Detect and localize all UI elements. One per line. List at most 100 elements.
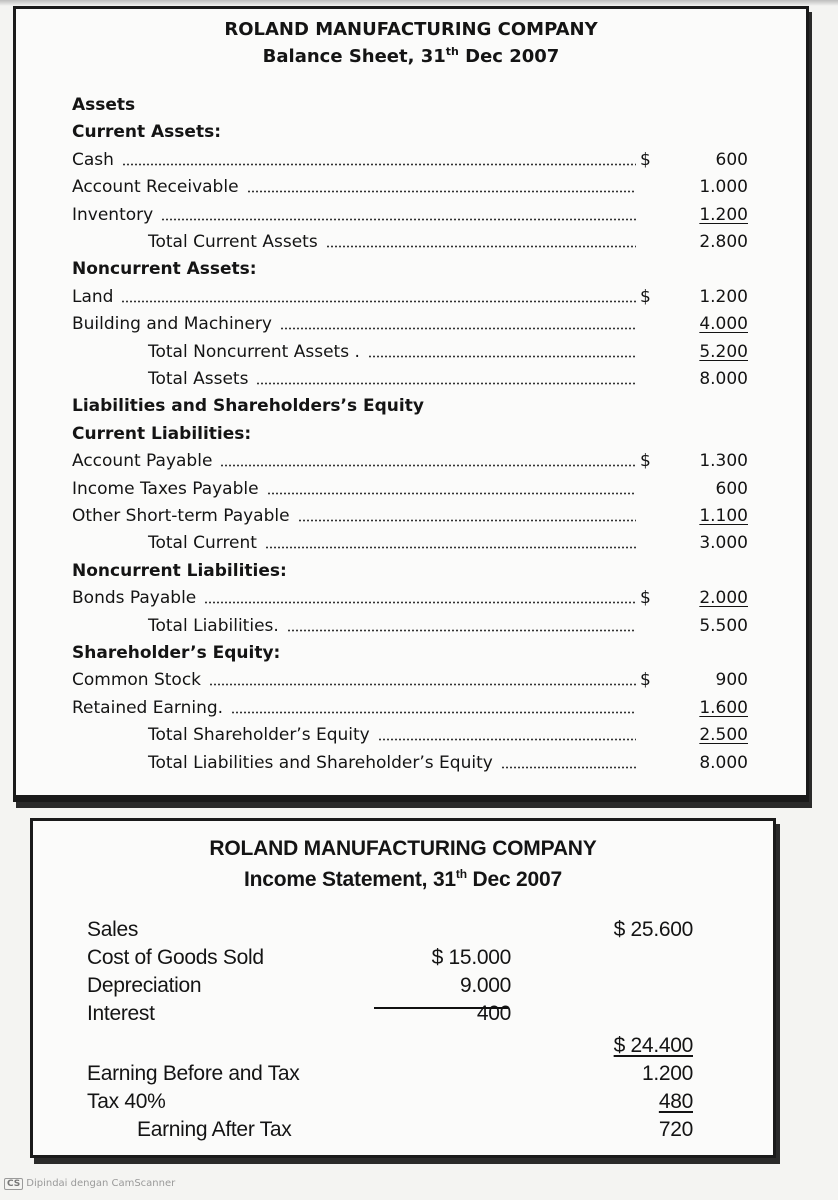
dot-leader xyxy=(265,546,636,550)
line-item-label: Inventory xyxy=(72,204,154,225)
currency-symbol: $ xyxy=(640,588,651,609)
line-item-label: Current Assets: xyxy=(72,122,221,143)
line-item-label: Cash xyxy=(72,149,114,170)
section-heading: Noncurrent Assets: xyxy=(16,256,806,283)
line-item-label: Account Payable xyxy=(72,451,213,472)
currency-symbol: $ xyxy=(640,286,651,307)
expense-amount: 9.000 xyxy=(459,974,511,997)
line-item-label: Account Receivable xyxy=(72,177,239,198)
line-item: Other Short-term Payable 1.100 xyxy=(16,503,806,530)
line-item-amount: 5.500 xyxy=(699,615,748,636)
line-item-label: Income Taxes Payable xyxy=(72,478,259,499)
line-item-label: Total Current Assets xyxy=(148,232,318,252)
line-item: Land $1.200 xyxy=(16,284,806,311)
line-item: Total Liabilities. 5.500 xyxy=(16,613,806,640)
dot-leader xyxy=(378,738,636,742)
line-item-label: Other Short-term Payable xyxy=(72,506,290,526)
line-item-label: Total Assets xyxy=(148,369,249,389)
section-heading: Assets xyxy=(16,92,806,119)
statement-row-label: Sales xyxy=(87,918,139,941)
line-item-amount: 2.500 xyxy=(699,725,748,746)
balance-sheet-title: Balance Sheet, 31th Dec 2007 xyxy=(16,45,806,67)
dot-leader xyxy=(231,710,636,714)
line-item: Building and Machinery 4.000 xyxy=(16,311,806,338)
line-item-amount: 1.200 xyxy=(699,204,748,225)
line-item-label: Total Noncurrent Assets . xyxy=(148,341,360,362)
line-item-label: Building and Machinery xyxy=(72,314,272,335)
income-statement-title-sup: th xyxy=(455,867,467,881)
line-item-label: Total Shareholder’s Equity xyxy=(148,725,370,746)
statement-row: Earning Before and Tax 1.200 xyxy=(33,1060,773,1088)
line-item-amount: 1.600 xyxy=(699,697,748,718)
section-heading: Current Liabilities: xyxy=(16,421,806,448)
dot-leader xyxy=(368,354,636,358)
dot-leader xyxy=(161,217,636,221)
line-item-amount: 900 xyxy=(715,670,748,691)
section-heading: Current Assets: xyxy=(16,119,806,146)
scanner-watermark: CS Dipindai dengan CamScanner xyxy=(4,1178,175,1190)
dot-leader xyxy=(122,162,636,166)
line-item-amount: 8.000 xyxy=(699,369,748,389)
dot-leader xyxy=(267,491,636,495)
statement-row: Sales $ 25.600 xyxy=(33,916,773,944)
line-item-amount: 2.000 xyxy=(699,588,748,609)
line-item-amount: 1.000 xyxy=(699,177,748,198)
line-item: Total Current 3.000 xyxy=(16,530,806,557)
statement-row: Cost of Goods Sold $ 15.000 xyxy=(33,944,773,972)
line-item: Account Receivable 1.000 xyxy=(16,174,806,201)
dot-leader xyxy=(204,601,636,605)
balance-sheet: ROLAND MANUFACTURING COMPANY Balance She… xyxy=(13,6,809,802)
expense-amount: 400 xyxy=(476,1002,511,1025)
balance-sheet-title-text: Balance Sheet, 31 xyxy=(262,46,446,67)
line-item: Total Noncurrent Assets . 5.200 xyxy=(16,339,806,366)
statement-row: Depreciation 9.000 xyxy=(33,972,773,1000)
total-amount: 480 xyxy=(658,1090,693,1113)
income-statement-title-date: Dec 2007 xyxy=(466,868,562,891)
dot-leader xyxy=(209,683,636,687)
income-statement-title-text: Income Statement, 31 xyxy=(244,868,456,891)
line-item-label: Total Current xyxy=(148,533,257,554)
line-item-amount: 8.000 xyxy=(699,752,748,773)
total-amount: $ 24.400 xyxy=(613,1034,694,1057)
line-item: Inventory 1.200 xyxy=(16,202,806,229)
statement-row: Interest 400 xyxy=(33,1000,773,1028)
section-heading: Shareholder’s Equity: xyxy=(16,640,806,667)
statement-row-label: Earning After Tax xyxy=(137,1118,292,1141)
line-item-label: Current Liabilities: xyxy=(72,423,252,444)
line-item-label: Retained Earning. xyxy=(72,697,224,718)
line-item-amount: 1.100 xyxy=(699,506,748,526)
dot-leader xyxy=(247,190,636,194)
line-item-amount: 5.200 xyxy=(699,341,748,362)
expense-amount: $ 15.000 xyxy=(431,946,512,969)
statement-row: $ 24.400 xyxy=(33,1032,773,1060)
line-item: Income Taxes Payable 600 xyxy=(16,476,806,503)
line-item: Total Shareholder’s Equity 2.500 xyxy=(16,722,806,749)
dot-leader xyxy=(256,382,636,385)
line-item-amount: 4.000 xyxy=(699,314,748,335)
dot-leader xyxy=(121,299,636,303)
balance-sheet-company: ROLAND MANUFACTURING COMPANY xyxy=(224,19,598,40)
line-item-label: Common Stock xyxy=(72,670,202,691)
scanner-watermark-text: Dipindai dengan CamScanner xyxy=(26,1178,176,1189)
total-amount: 720 xyxy=(658,1118,693,1141)
statement-row-label: Earning Before and Tax xyxy=(87,1062,300,1085)
statement-row-label: Depreciation xyxy=(87,974,202,997)
dot-leader xyxy=(326,245,636,248)
line-item-amount: 1.200 xyxy=(699,286,748,307)
line-item-label: Liabilities and Shareholders’s Equity xyxy=(72,396,424,417)
line-item-amount: 600 xyxy=(715,478,748,499)
line-item: Total Liabilities and Shareholder’s Equi… xyxy=(16,750,806,777)
income-statement: ROLAND MANUFACTURING COMPANY Income Stat… xyxy=(30,818,776,1158)
statement-row-label: Cost of Goods Sold xyxy=(87,946,264,969)
line-item-label: Assets xyxy=(72,95,136,115)
dot-leader xyxy=(501,765,636,769)
line-item-label: Total Liabilities. xyxy=(148,615,279,636)
line-item: Bonds Payable $2.000 xyxy=(16,585,806,612)
currency-symbol: $ xyxy=(640,451,651,472)
line-item-amount: 600 xyxy=(715,149,748,170)
currency-symbol: $ xyxy=(640,670,651,691)
dot-leader xyxy=(280,327,636,331)
balance-sheet-title-date: Dec 2007 xyxy=(458,46,560,67)
line-item-label: Noncurrent Liabilities: xyxy=(72,560,287,581)
line-item-label: Land xyxy=(72,286,114,307)
